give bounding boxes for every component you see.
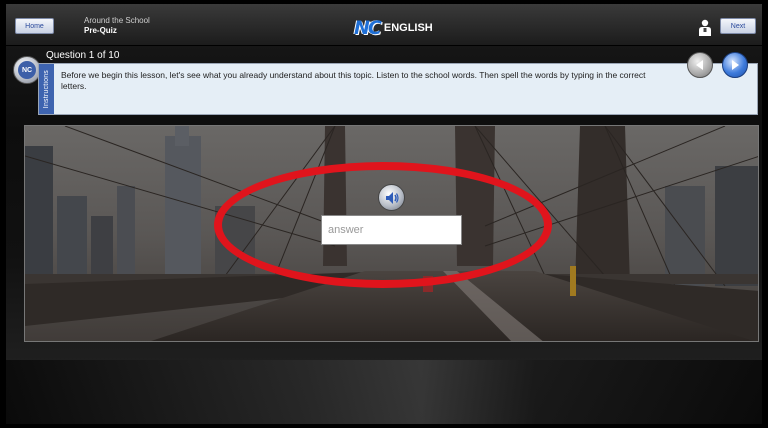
logo-text: ENGLISH (383, 22, 433, 34)
play-audio-button[interactable] (378, 184, 405, 211)
arrow-left-icon (696, 60, 703, 70)
question-counter: Question 1 of 10 (46, 50, 120, 61)
speaker-icon (385, 191, 399, 204)
instructions-tab: Instructions (39, 64, 54, 114)
top-bar: Home Around the School Pre-Quiz NC ENGLI… (6, 4, 762, 46)
next-question-button[interactable] (722, 52, 748, 78)
answer-input[interactable] (321, 215, 462, 245)
home-button[interactable]: Home (15, 18, 54, 34)
instructions-panel: Instructions Before we begin this lesson… (38, 63, 758, 115)
instructions-tab-label: Instructions (43, 69, 50, 109)
instructions-text: Before we begin this lesson, let's see w… (61, 70, 646, 91)
nc-english-logo: NC ENGLISH (354, 17, 433, 39)
question-badge-mark: NC (18, 61, 36, 79)
question-badge: NC (13, 56, 41, 84)
previous-question-button[interactable] (687, 52, 713, 78)
arrow-right-icon (732, 60, 739, 70)
next-button[interactable]: Next (720, 18, 756, 34)
course-info: Around the School Pre-Quiz (84, 16, 150, 36)
course-subtitle: Pre-Quiz (84, 26, 117, 35)
user-icon[interactable] (698, 19, 712, 37)
course-title: Around the School (84, 16, 150, 25)
logo-mark: NC (354, 17, 382, 39)
footer-panel (6, 360, 762, 424)
